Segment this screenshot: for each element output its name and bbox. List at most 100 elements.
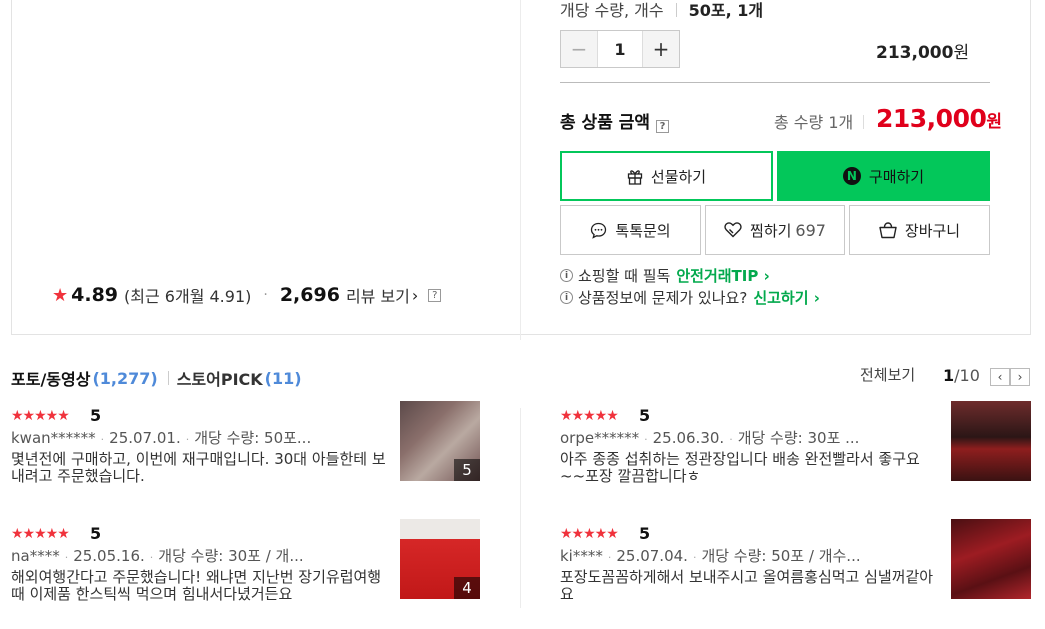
help-icon[interactable]: ? <box>656 120 670 133</box>
page-current: 1 <box>943 366 955 385</box>
gift-button-label: 선물하기 <box>650 167 707 186</box>
info-icon: i <box>560 291 573 304</box>
meta-dot: · <box>100 433 105 446</box>
review-date: 25.07.01. <box>109 429 181 447</box>
npay-icon: N <box>842 167 861 185</box>
review-body: 포장도꼼꼼하게해서 보내주시고 올여름홍심먹고 심낼꺼같아요 <box>560 569 934 603</box>
increase-button[interactable]: + <box>642 31 679 67</box>
review-thumbnail[interactable]: 5 <box>400 401 480 481</box>
review-count: 2,696 <box>279 284 340 306</box>
buy-button-label: 구매하기 <box>868 167 925 186</box>
review-option: 개당 수량: 50포 / 개수... <box>701 547 861 565</box>
cart-button[interactable]: 장바구니 <box>849 205 990 255</box>
option-summary: 개당 수량, 개수 50포, 1개 <box>560 0 763 21</box>
tab-store-pick[interactable]: 스토어PICK <box>177 366 263 390</box>
photo-count-badge: 4 <box>454 577 480 599</box>
review-thumbnail[interactable] <box>951 401 1031 481</box>
review-column-divider <box>520 408 521 608</box>
notice-text: 상품정보에 문제가 있나요? <box>578 289 748 307</box>
review-option: 개당 수량: 50포... <box>194 429 312 447</box>
wishlist-button[interactable]: 찜하기 697 <box>705 205 845 255</box>
chevron-left-icon: ‹ <box>997 370 1003 384</box>
total-price-amount: 213,000 <box>876 104 987 133</box>
review-option: 개당 수량: 30포 / 개... <box>158 547 304 565</box>
meta-dot: · <box>607 551 612 564</box>
meta-dot: · <box>185 433 190 446</box>
review-meta: ki**** · 25.07.04. · 개당 수량: 50포 / 개수... <box>560 545 910 566</box>
tab-separator <box>167 371 169 385</box>
total-quantity-text: 총 수량 1개 <box>774 113 854 132</box>
option-separator <box>675 3 677 17</box>
review-rating: 5 <box>90 524 102 543</box>
tab-store-count: (11) <box>264 368 302 388</box>
safe-trade-link[interactable]: 안전거래TIP › <box>676 265 769 286</box>
review-body: 몇년전에 구매하고, 이번에 재구매입니다. 30대 아들한테 보내려고 주문했… <box>11 451 386 485</box>
quantity-stepper: − 1 + <box>560 30 680 68</box>
decrease-button[interactable]: − <box>561 31 598 67</box>
separator-dot: · <box>263 287 268 303</box>
photo-review-tabs: 포토/동영상 (1,277) 스토어PICK (11) <box>11 366 302 390</box>
total-quantity: 총 수량 1개 <box>774 109 873 133</box>
review-meta: orpe****** · 25.06.30. · 개당 수량: 30포 ... <box>560 427 910 448</box>
total-label-text: 총 상품 금액 <box>560 113 651 133</box>
review-user: na**** <box>11 547 60 565</box>
gift-button[interactable]: 선물하기 <box>560 151 773 201</box>
review-date: 25.05.16. <box>73 547 145 565</box>
review-rating: 5 <box>639 406 651 425</box>
option-value: 50포, 1개 <box>688 1 764 20</box>
pagination: 1/10 <box>943 366 980 385</box>
review-user: ki**** <box>560 547 603 565</box>
heart-icon <box>724 222 742 238</box>
cart-label: 장바구니 <box>904 221 961 240</box>
rating-stars: ★★★★★ <box>560 526 619 542</box>
quantity-value[interactable]: 1 <box>598 31 642 67</box>
prev-page-button[interactable]: ‹ <box>990 368 1010 386</box>
review-thumbnail[interactable] <box>951 519 1031 599</box>
notice-safe-trade: i 쇼핑할 때 필독 안전거래TIP › <box>560 265 770 286</box>
page-total: /10 <box>954 366 980 385</box>
review-link[interactable]: 리뷰 보기 <box>346 283 410 307</box>
help-icon[interactable]: ? <box>428 288 442 302</box>
review-item[interactable]: ★★★★★ 5 kwan****** · 25.07.01. · 개당 수량: 50포.… <box>11 401 491 492</box>
review-rating: 5 <box>639 524 651 543</box>
meta-dot: · <box>644 433 648 446</box>
option-price-amount: 213,000 <box>876 43 954 63</box>
total-label: 총 상품 금액? <box>560 108 670 133</box>
rating-summary: ★ 4.89 (최근 6개월 4.91) · 2,696 리뷰 보기 › ? <box>52 283 442 307</box>
rating-stars: ★★★★★ <box>11 408 70 424</box>
see-all-link[interactable]: 전체보기 <box>860 364 915 385</box>
wishlist-count: 697 <box>795 220 826 240</box>
photo-count-badge: 5 <box>454 459 480 481</box>
buy-button[interactable]: N 구매하기 <box>777 151 990 201</box>
total-price-currency: 원 <box>986 112 1002 132</box>
talktalk-label: 톡톡문의 <box>615 221 671 240</box>
divider <box>560 82 990 83</box>
review-thumbnail[interactable]: 4 <box>400 519 480 599</box>
review-body: 해외여행간다고 주문했습니다! 왜냐면 지난번 장기유럽여행때 이제품 한스틱씩… <box>11 569 382 603</box>
meta-dot: · <box>149 551 154 564</box>
review-user: orpe****** <box>560 429 640 447</box>
meta-dot: · <box>692 551 697 564</box>
card-divider <box>520 0 521 340</box>
chevron-right-icon: › <box>411 285 419 305</box>
chevron-right-icon: › <box>1017 370 1023 384</box>
report-link[interactable]: 신고하기 › <box>753 287 820 308</box>
review-date: 25.06.30. <box>652 429 725 447</box>
next-page-button[interactable]: › <box>1010 368 1030 386</box>
wishlist-label: 찜하기 <box>750 221 792 240</box>
talktalk-button[interactable]: 톡톡문의 <box>560 205 701 255</box>
review-item[interactable]: ★★★★★ 5 orpe****** · 25.06.30. · 개당 수량: 30포 … <box>560 401 1040 492</box>
review-item[interactable]: ★★★★★ 5 ki**** · 25.07.04. · 개당 수량: 50포 / 개수… <box>560 519 1040 610</box>
total-price: 213,000원 <box>876 104 1002 133</box>
rating-score: 4.89 <box>71 284 119 306</box>
rating-stars: ★★★★★ <box>560 408 619 424</box>
review-item[interactable]: ★★★★★ 5 na**** · 25.05.16. · 개당 수량: 30포 / 개.… <box>11 519 491 610</box>
option-label: 개당 수량, 개수 <box>560 1 664 20</box>
tab-photo-video[interactable]: 포토/동영상 <box>11 366 90 390</box>
star-icon: ★ <box>52 284 69 306</box>
review-meta: na**** · 25.05.16. · 개당 수량: 30포 / 개... <box>11 545 361 566</box>
shopping-bag-icon <box>879 221 897 239</box>
chat-bubble-icon <box>590 222 607 239</box>
review-date: 25.07.04. <box>616 547 688 565</box>
notice-report: i 상품정보에 문제가 있나요? 신고하기 › <box>560 287 820 308</box>
